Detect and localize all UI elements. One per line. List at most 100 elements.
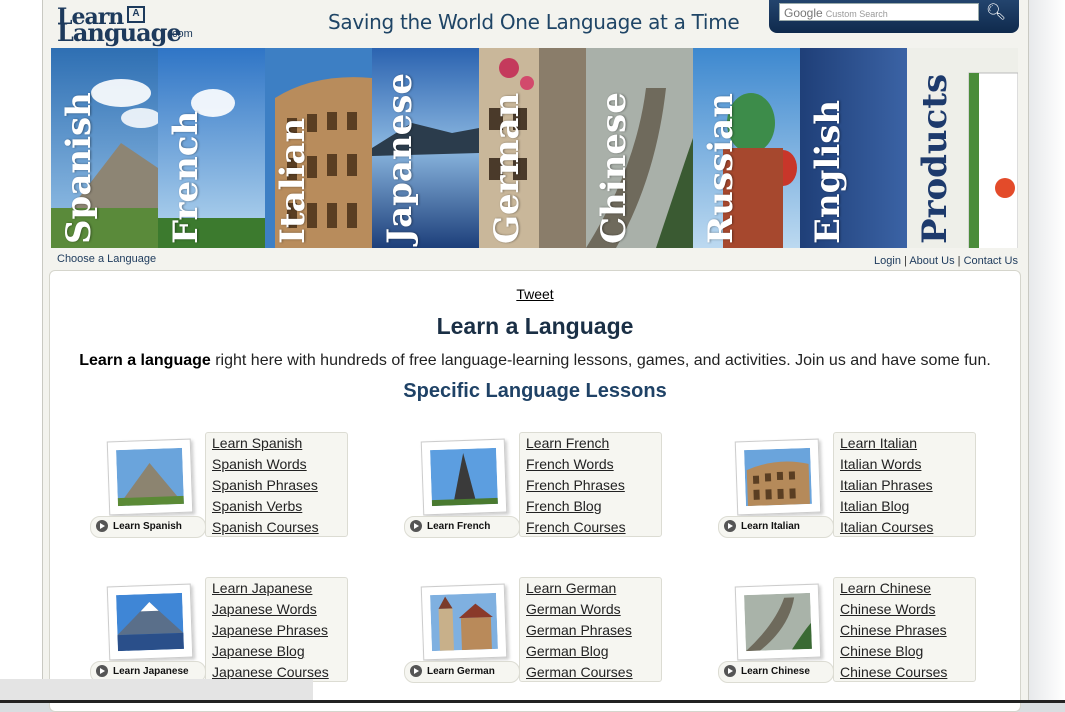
learn-button-label: Learn Spanish <box>113 521 182 532</box>
banner-label-japanese: Japanese <box>380 72 420 244</box>
banner-tile-chinese[interactable]: Chinese <box>586 48 693 248</box>
card-image-frame[interactable] <box>106 438 194 516</box>
lesson-link[interactable]: Japanese Words <box>212 601 347 620</box>
lesson-link[interactable]: Learn Chinese <box>840 580 975 599</box>
lesson-card-chinese: Learn Chinese Learn Chinese Chinese Word… <box>718 577 978 683</box>
banner-tile-japanese[interactable]: Japanese <box>372 48 479 248</box>
logo-language-text: Language <box>57 18 182 47</box>
lesson-link[interactable]: German Words <box>526 601 661 620</box>
lesson-link[interactable]: Learn German <box>526 580 661 599</box>
learn-button[interactable]: Learn Spanish <box>90 516 206 538</box>
lesson-link[interactable]: Spanish Words <box>212 456 347 475</box>
section-heading: Specific Language Lessons <box>403 380 667 402</box>
play-icon <box>96 665 108 678</box>
lesson-link[interactable]: Italian Blog <box>840 498 975 517</box>
banner-label-chinese: Chinese <box>594 92 634 244</box>
lesson-link[interactable]: German Blog <box>526 643 661 662</box>
lesson-link[interactable]: French Words <box>526 456 661 475</box>
logo-com-text: .com <box>169 28 193 40</box>
play-icon <box>410 665 422 678</box>
site-logo[interactable]: Learn A Language .com <box>57 4 207 47</box>
card-image-frame[interactable] <box>734 583 822 661</box>
lesson-links: Learn Japanese Japanese Words Japanese P… <box>205 577 348 682</box>
lesson-link[interactable]: German Phrases <box>526 622 661 641</box>
lesson-link[interactable]: Italian Courses <box>840 519 975 538</box>
lesson-link[interactable]: Chinese Phrases <box>840 622 975 641</box>
lesson-link[interactable]: Chinese Words <box>840 601 975 620</box>
learn-button[interactable]: Learn German <box>404 661 520 683</box>
site-tagline: Saving the World One Language at a Time <box>328 10 740 34</box>
lesson-card-italian: Learn Italian Learn Italian Italian Word… <box>718 432 978 538</box>
lesson-link[interactable]: Learn Japanese <box>212 580 347 599</box>
about-us-link[interactable]: About Us <box>909 255 954 267</box>
card-image-frame[interactable] <box>734 438 822 516</box>
lesson-link[interactable]: Learn Spanish <box>212 435 347 454</box>
lesson-link[interactable]: Spanish Verbs <box>212 498 347 517</box>
lesson-link[interactable]: French Blog <box>526 498 661 517</box>
lesson-link[interactable]: Japanese Phrases <box>212 622 347 641</box>
learn-button[interactable]: Learn Italian <box>718 516 834 538</box>
learn-button[interactable]: Learn French <box>404 516 520 538</box>
contact-us-link[interactable]: Contact Us <box>964 255 1018 267</box>
google-brand-text: Google <box>784 6 823 20</box>
fuji-thumbnail <box>116 592 184 652</box>
banner-tile-spanish[interactable]: Spanish <box>51 48 158 248</box>
intro-text: Learn a language right here with hundred… <box>50 352 1020 370</box>
lesson-link[interactable]: Learn French <box>526 435 661 454</box>
play-icon <box>410 520 422 533</box>
banner-tile-german[interactable]: German <box>479 48 586 248</box>
banner-tile-italian[interactable]: Italian <box>265 48 372 248</box>
lesson-links: Learn Italian Italian Words Italian Phra… <box>833 432 976 537</box>
lesson-link[interactable]: Spanish Phrases <box>212 477 347 496</box>
lesson-links: Learn French French Words French Phrases… <box>519 432 662 537</box>
banner-label-english: English <box>808 99 848 244</box>
choose-language-label: Choose a Language <box>57 253 157 265</box>
learn-button-label: Learn Italian <box>741 521 800 532</box>
banner-label-products: Products <box>915 73 955 244</box>
lesson-card-spanish: Learn Spanish Learn Spanish Spanish Word… <box>90 432 350 538</box>
lesson-link[interactable]: Italian Phrases <box>840 477 975 496</box>
search-icon: 🔍︎ <box>985 4 1007 21</box>
intro-bold: Learn a language <box>79 352 211 369</box>
separator: | <box>957 255 961 267</box>
eiffel-thumbnail <box>430 447 498 507</box>
card-image-frame[interactable] <box>106 583 194 661</box>
pyramid-thumbnail <box>116 447 184 507</box>
banner-label-german: German <box>487 92 527 244</box>
learn-button[interactable]: Learn Chinese <box>718 661 834 683</box>
lesson-link[interactable]: Japanese Blog <box>212 643 347 662</box>
banner-tile-english[interactable]: English <box>800 48 907 248</box>
card-image-frame[interactable] <box>420 583 508 661</box>
page-container: Learn A Language .com Saving the World O… <box>42 0 1029 712</box>
separator: | <box>904 255 907 267</box>
banner-tile-russian[interactable]: Russian <box>693 48 800 248</box>
page-title: Learn a Language <box>436 313 634 339</box>
lesson-link[interactable]: Learn Italian <box>840 435 975 454</box>
lesson-link[interactable]: Italian Words <box>840 456 975 475</box>
lesson-link[interactable]: Chinese Courses <box>840 664 975 683</box>
banner-label-french: French <box>166 110 206 244</box>
lesson-link[interactable]: German Courses <box>526 664 661 683</box>
play-icon <box>96 520 108 533</box>
top-links: Login | About Us | Contact Us <box>874 255 1018 267</box>
tweet-link[interactable]: Tweet <box>516 286 553 302</box>
great-wall-thumbnail <box>744 592 812 652</box>
lesson-link[interactable]: Chinese Blog <box>840 643 975 662</box>
lesson-links: Learn German German Words German Phrases… <box>519 577 662 682</box>
login-link[interactable]: Login <box>874 255 901 267</box>
lesson-link[interactable]: Spanish Courses <box>212 519 347 538</box>
banner-tile-products[interactable]: Products <box>907 48 1018 248</box>
lesson-link[interactable]: French Phrases <box>526 477 661 496</box>
search-button[interactable]: 🔍︎ <box>985 2 1007 24</box>
search-input[interactable]: Google Custom Search <box>779 3 979 21</box>
learn-button-label: Learn French <box>427 521 491 532</box>
card-image-frame[interactable] <box>420 438 508 516</box>
play-icon <box>724 520 736 533</box>
search-placeholder: Custom Search <box>825 9 888 19</box>
right-scroll-gutter <box>1027 0 1065 703</box>
banner-tile-french[interactable]: French <box>158 48 265 248</box>
lesson-link[interactable]: French Courses <box>526 519 661 538</box>
colosseum-thumbnail <box>744 447 812 507</box>
banner-label-spanish: Spanish <box>59 92 99 244</box>
lesson-links: Learn Spanish Spanish Words Spanish Phra… <box>205 432 348 537</box>
